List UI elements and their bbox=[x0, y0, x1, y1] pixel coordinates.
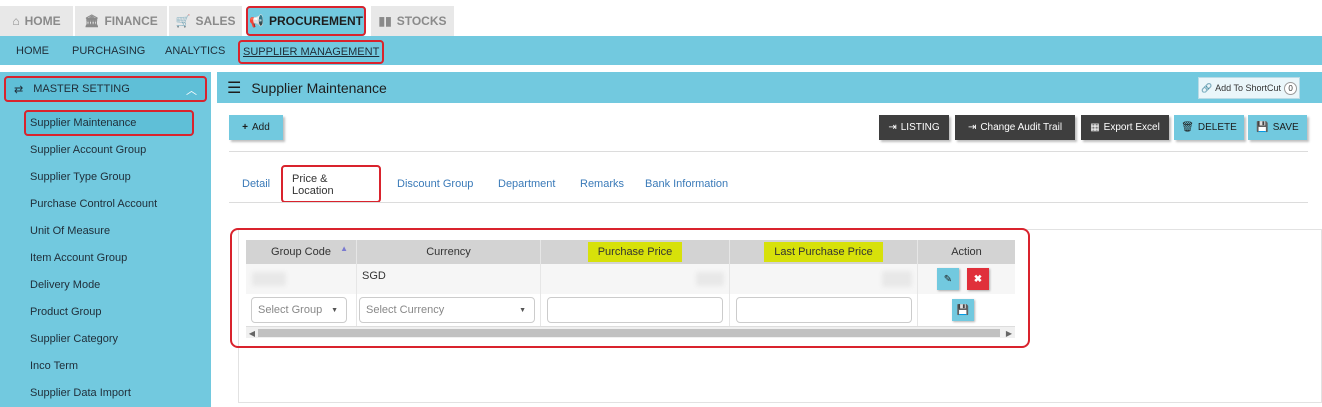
subnav-supplier-management[interactable]: SUPPLIER MANAGEMENT bbox=[238, 40, 385, 64]
delete-button[interactable]: 🗑 DELETE bbox=[1174, 115, 1244, 140]
plus-icon: + bbox=[242, 122, 249, 133]
select-group-dropdown[interactable]: Select Group ▼ bbox=[251, 297, 347, 323]
subnav-home[interactable]: HOME bbox=[16, 36, 49, 65]
purchase-price-input[interactable] bbox=[547, 297, 723, 323]
page-title: Supplier Maintenance bbox=[251, 79, 387, 96]
scroll-left-icon[interactable]: ◀ bbox=[246, 327, 258, 339]
new-row: Select Group ▼ Select Currency ▼ 💾 bbox=[246, 294, 1015, 326]
sidebar-item-supplier-maintenance[interactable]: Supplier Maintenance bbox=[24, 110, 194, 136]
sidebar-item-product-group[interactable]: Product Group bbox=[24, 299, 194, 325]
sidebar: ⇄ MASTER SETTING ︿ Supplier Maintenance … bbox=[0, 72, 211, 407]
home-icon: ⌂ bbox=[12, 14, 20, 28]
tab-procurement[interactable]: 📢 PROCUREMENT bbox=[246, 6, 366, 36]
cell-currency: SGD bbox=[357, 264, 541, 294]
cell-last-purchase-price-input bbox=[730, 294, 918, 326]
redacted-value bbox=[882, 271, 912, 287]
listing-button[interactable]: ⇥ LISTING bbox=[879, 115, 949, 140]
export-excel-button[interactable]: ▦ Export Excel bbox=[1081, 115, 1169, 140]
subnav-analytics[interactable]: ANALYTICS bbox=[165, 36, 225, 65]
hamburger-icon[interactable]: ☰ bbox=[227, 78, 241, 98]
subnav-purchasing[interactable]: PURCHASING bbox=[72, 36, 145, 65]
sidebar-item-inco-term[interactable]: Inco Term bbox=[24, 353, 194, 379]
audit-trail-button[interactable]: ⇥ Change Audit Trail bbox=[955, 115, 1075, 140]
tab-discount-group[interactable]: Discount Group bbox=[397, 165, 473, 203]
bar-chart-icon: ▮▮ bbox=[378, 14, 392, 28]
tab-department[interactable]: Department bbox=[498, 165, 555, 203]
tab-finance[interactable]: 🏛 FINANCE bbox=[75, 6, 167, 36]
cell-save-action: 💾 bbox=[918, 294, 1015, 326]
sign-in-icon: ⇥ bbox=[967, 122, 977, 133]
sidebar-item-unit-of-measure[interactable]: Unit Of Measure bbox=[24, 218, 194, 244]
add-button[interactable]: + Add bbox=[229, 115, 283, 140]
scroll-right-icon[interactable]: ▶ bbox=[1003, 327, 1015, 339]
tab-bank-information[interactable]: Bank Information bbox=[645, 165, 728, 203]
chevron-down-icon: ▼ bbox=[519, 307, 526, 314]
chevron-up-icon: ︿ bbox=[186, 85, 197, 97]
trash-icon: 🗑 bbox=[1181, 122, 1194, 133]
excel-icon: ▦ bbox=[1090, 122, 1100, 133]
bank-icon: 🏛 bbox=[84, 14, 100, 28]
sort-asc-icon: ▲ bbox=[340, 244, 348, 253]
main-content: + Add ⇥ LISTING ⇥ Change Audit Trail ▦ E… bbox=[217, 103, 1322, 407]
last-purchase-price-input[interactable] bbox=[736, 297, 912, 323]
tab-price-location[interactable]: Price & Location bbox=[281, 165, 381, 203]
master-setting-header[interactable]: ⇄ MASTER SETTING ︿ bbox=[4, 76, 207, 102]
table-row: SGD ✎ ✖ bbox=[246, 264, 1015, 294]
cell-last-purchase-price bbox=[730, 264, 918, 294]
megaphone-icon: 📢 bbox=[249, 14, 264, 28]
cart-icon: 🛒 bbox=[175, 14, 191, 28]
sidebar-item-item-account-group[interactable]: Item Account Group bbox=[24, 245, 194, 271]
col-currency: Currency bbox=[357, 240, 541, 264]
tab-home[interactable]: ⌂ HOME bbox=[0, 6, 73, 36]
col-action: Action bbox=[951, 246, 982, 258]
col-last-purchase-price: Last Purchase Price bbox=[730, 240, 918, 264]
cell-action: ✎ ✖ bbox=[918, 264, 1015, 294]
tab-sales[interactable]: 🛒 SALES bbox=[169, 6, 242, 36]
shortcut-count-badge: 0 bbox=[1284, 81, 1298, 95]
redacted-value bbox=[252, 272, 286, 286]
divider bbox=[229, 151, 1308, 152]
add-to-shortcut-button[interactable]: 🔗 Add To ShortCut 0 bbox=[1198, 77, 1300, 99]
col-purchase-price: Purchase Price bbox=[541, 240, 730, 264]
redacted-value bbox=[696, 272, 724, 286]
swap-icon: ⇄ bbox=[14, 83, 24, 96]
save-button[interactable]: 💾 SAVE bbox=[1248, 115, 1307, 140]
cell-purchase-price-input bbox=[541, 294, 730, 326]
sign-in-icon: ⇥ bbox=[888, 122, 897, 133]
sub-nav: HOME PURCHASING ANALYTICS SUPPLIER MANAG… bbox=[0, 36, 1322, 65]
tab-detail[interactable]: Detail bbox=[242, 165, 270, 203]
cell-purchase-price bbox=[541, 264, 730, 294]
floppy-icon: 💾 bbox=[1256, 122, 1269, 133]
module-tabs: ⌂ HOME 🏛 FINANCE 🛒 SALES 📢 PROCUREMENT ▮… bbox=[0, 0, 1322, 36]
edit-icon[interactable]: ✎ bbox=[937, 268, 959, 290]
cell-group-code bbox=[246, 264, 357, 294]
select-currency-dropdown[interactable]: Select Currency ▼ bbox=[359, 297, 535, 323]
cell-group-select: Select Group ▼ bbox=[246, 294, 357, 326]
tab-stocks[interactable]: ▮▮ STOCKS bbox=[371, 6, 454, 36]
tabs-divider bbox=[229, 202, 1308, 203]
delete-row-icon[interactable]: ✖ bbox=[967, 268, 989, 290]
save-row-icon[interactable]: 💾 bbox=[952, 299, 974, 321]
grid-horizontal-scrollbar[interactable]: ◀ ▶ bbox=[246, 326, 1015, 338]
col-group-code[interactable]: Group Code ▲ bbox=[246, 240, 357, 264]
sidebar-item-supplier-type-group[interactable]: Supplier Type Group bbox=[24, 164, 194, 190]
price-location-grid: Group Code ▲ Currency Purchase Price Las… bbox=[230, 228, 1030, 348]
chevron-down-icon: ▼ bbox=[331, 307, 338, 314]
sidebar-item-supplier-category[interactable]: Supplier Category bbox=[24, 326, 194, 352]
sidebar-item-supplier-account-group[interactable]: Supplier Account Group bbox=[24, 137, 194, 163]
tab-remarks[interactable]: Remarks bbox=[580, 165, 624, 203]
scroll-thumb[interactable] bbox=[258, 329, 1000, 337]
sidebar-item-purchase-control-account[interactable]: Purchase Control Account bbox=[24, 191, 194, 217]
grid-container: Group Code ▲ Currency Purchase Price Las… bbox=[230, 228, 1322, 403]
sidebar-item-supplier-data-import[interactable]: Supplier Data Import bbox=[24, 380, 194, 406]
cell-currency-select: Select Currency ▼ bbox=[357, 294, 541, 326]
grid-header: Group Code ▲ Currency Purchase Price Las… bbox=[246, 240, 1015, 264]
panel-header: ☰ Supplier Maintenance 🔗 Add To ShortCut… bbox=[217, 72, 1322, 103]
link-icon: 🔗 bbox=[1200, 82, 1213, 93]
sidebar-item-delivery-mode[interactable]: Delivery Mode bbox=[24, 272, 194, 298]
